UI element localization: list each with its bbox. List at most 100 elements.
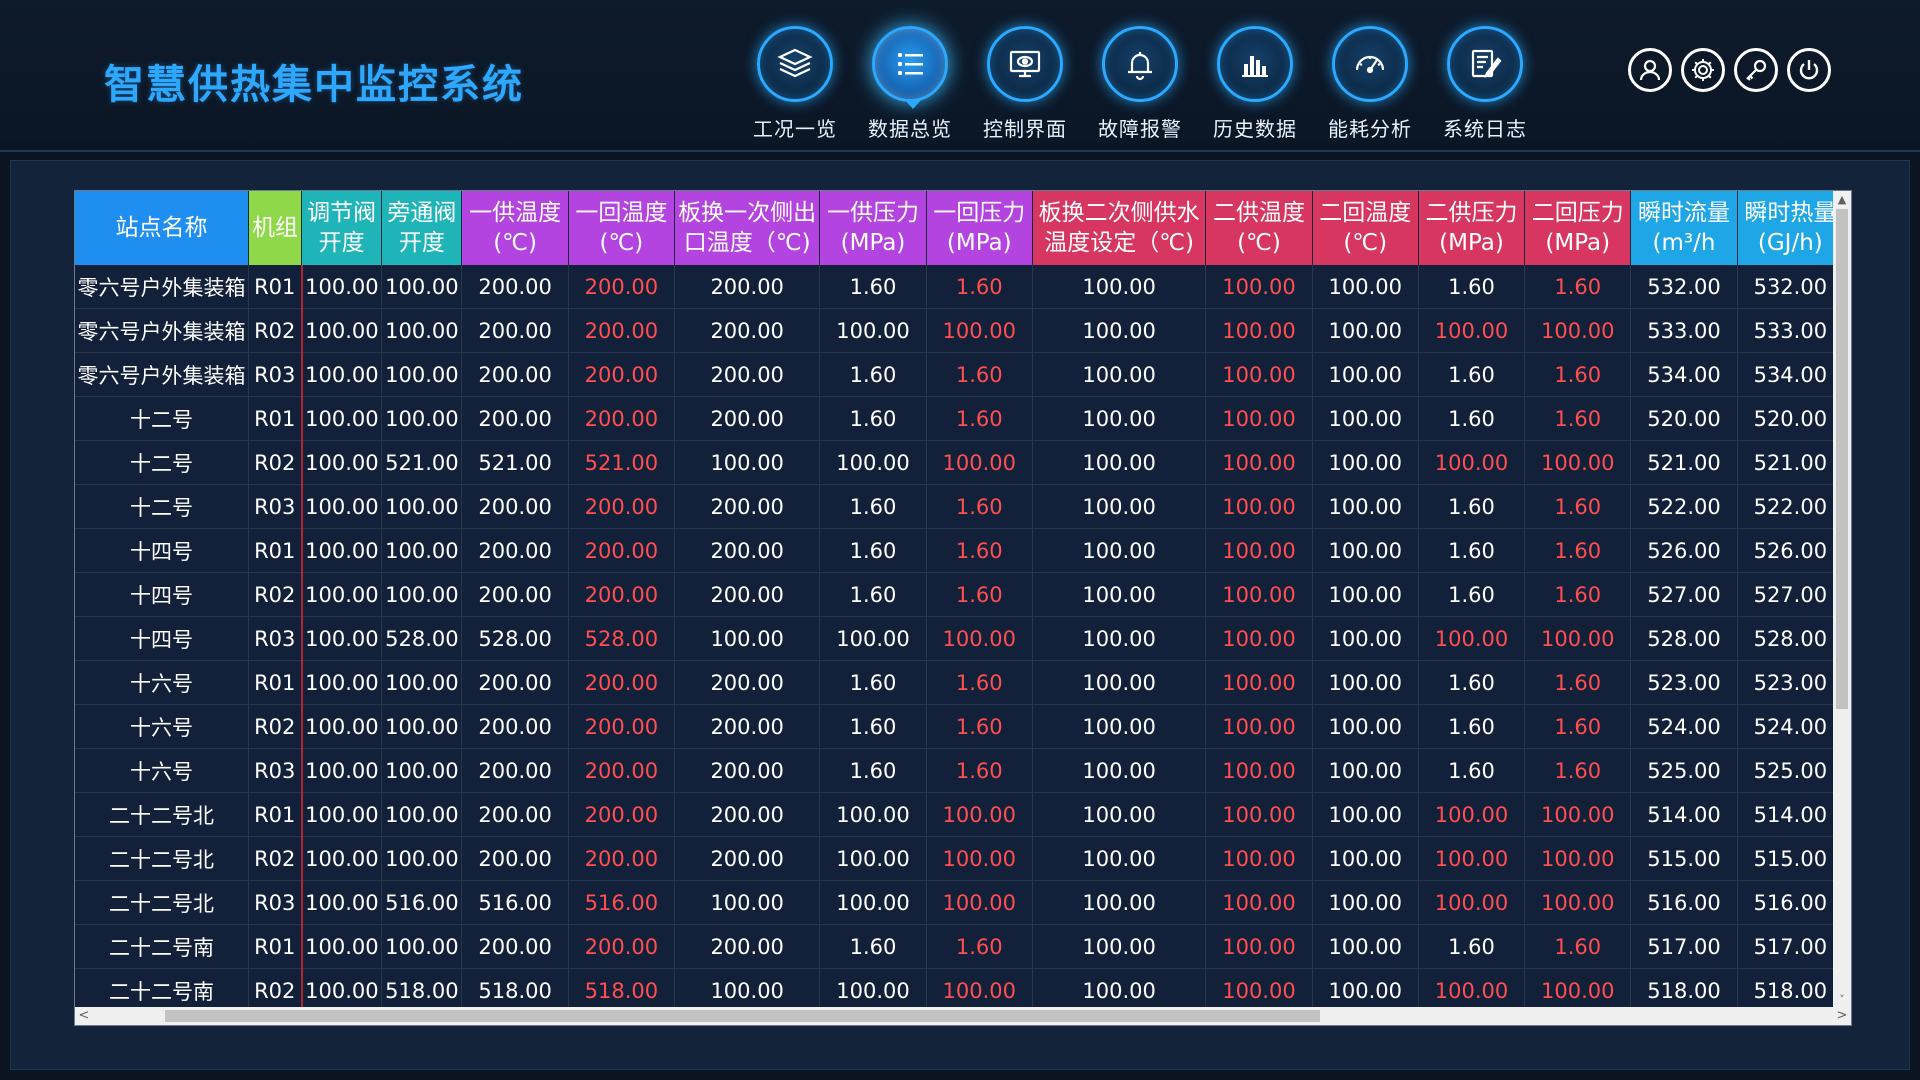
- value-cell: 200.00: [461, 528, 569, 573]
- value-cell: 100.00: [1312, 836, 1419, 881]
- column-header[interactable]: 瞬时热量 (GJ/h): [1737, 191, 1845, 265]
- table-row[interactable]: 二十二号北 R03 100.00 516.00 516.00 516.00 100.00 10…: [75, 880, 1845, 925]
- value-cell: 1.60: [1524, 704, 1632, 749]
- scroll-left-icon[interactable]: <: [75, 1007, 93, 1025]
- value-cell: 200.00: [461, 748, 569, 793]
- value-cell: 100.00: [301, 968, 383, 1013]
- nav-item-bell[interactable]: 故障报警: [1085, 20, 1195, 141]
- nav-item-log-edit[interactable]: 系统日志: [1430, 20, 1540, 141]
- value-cell: 100.00: [381, 352, 463, 397]
- vertical-scroll-thumb[interactable]: [1836, 209, 1848, 709]
- value-cell: 100.00: [301, 572, 383, 617]
- value-cell: 100.00: [1312, 704, 1419, 749]
- column-header[interactable]: 一供温度 (℃): [461, 191, 569, 265]
- value-cell: 100.00: [1205, 704, 1313, 749]
- value-cell: 100.00: [926, 440, 1033, 485]
- table-row[interactable]: 十六号 R02 100.00 100.00 200.00 200.00 200.00 1.60…: [75, 704, 1845, 749]
- value-cell: 200.00: [461, 924, 569, 969]
- value-cell: 100.00: [1312, 748, 1419, 793]
- value-cell: 100.00: [819, 792, 927, 837]
- power-icon[interactable]: [1787, 48, 1831, 92]
- value-cell: 100.00: [381, 924, 463, 969]
- value-cell: 100.00: [1312, 660, 1419, 705]
- value-cell: 100.00: [381, 396, 463, 441]
- value-cell: 100.00: [1312, 616, 1419, 661]
- column-header[interactable]: 二供压力 (MPa): [1418, 191, 1526, 265]
- value-cell: 100.00: [674, 968, 821, 1013]
- table-row[interactable]: 二十二号南 R02 100.00 518.00 518.00 518.00 100.00 10…: [75, 968, 1845, 1013]
- value-cell: 100.00: [1032, 836, 1207, 881]
- vertical-scrollbar[interactable]: ▲ ˅: [1833, 191, 1851, 1009]
- column-header[interactable]: 板换一次侧出 口温度（℃): [674, 191, 821, 265]
- value-cell: 1.60: [1418, 660, 1526, 705]
- user-icon[interactable]: [1628, 48, 1672, 92]
- value-cell: 100.00: [1032, 528, 1207, 573]
- nav-item-bar-chart[interactable]: 历史数据: [1200, 20, 1310, 141]
- value-cell: 200.00: [568, 352, 676, 397]
- unit-cell: R01: [248, 660, 303, 705]
- value-cell: 100.00: [1032, 924, 1207, 969]
- value-cell: 100.00: [1524, 880, 1632, 925]
- value-cell: 1.60: [926, 660, 1033, 705]
- table-row[interactable]: 零六号户外集装箱 R02 100.00 100.00 200.00 200.00 200.0…: [75, 308, 1845, 353]
- value-cell: 100.00: [1418, 308, 1526, 353]
- horizontal-scroll-thumb[interactable]: [165, 1010, 1320, 1022]
- column-header[interactable]: 瞬时流量 (m³/h: [1630, 191, 1738, 265]
- table-row[interactable]: 二十二号北 R02 100.00 100.00 200.00 200.00 200.00 10…: [75, 836, 1845, 881]
- table-row[interactable]: 二十二号南 R01 100.00 100.00 200.00 200.00 200.00 1.…: [75, 924, 1845, 969]
- gear-icon[interactable]: [1681, 48, 1725, 92]
- value-cell: 200.00: [674, 484, 821, 529]
- nav-item-monitor[interactable]: 控制界面: [970, 20, 1080, 141]
- value-cell: 1.60: [1524, 265, 1632, 309]
- table-row[interactable]: 二十二号北 R01 100.00 100.00 200.00 200.00 200.00 10…: [75, 792, 1845, 837]
- nav-item-label: 工况一览: [753, 117, 837, 141]
- column-header[interactable]: 一供压力 (MPa): [819, 191, 927, 265]
- value-cell: 100.00: [301, 352, 383, 397]
- value-cell: 533.00: [1737, 308, 1845, 353]
- column-header[interactable]: 调节阀 开度: [301, 191, 383, 265]
- value-cell: 100.00: [381, 308, 463, 353]
- table-row[interactable]: 十四号 R01 100.00 100.00 200.00 200.00 200.00 1.60…: [75, 528, 1845, 573]
- value-cell: 1.60: [926, 352, 1033, 397]
- column-header[interactable]: 二回压力 (MPa): [1524, 191, 1632, 265]
- unit-cell: R02: [248, 836, 303, 881]
- value-cell: 528.00: [568, 616, 676, 661]
- table-row[interactable]: 十四号 R02 100.00 100.00 200.00 200.00 200.00 1.60…: [75, 572, 1845, 617]
- nav-item-layers[interactable]: 工况一览: [740, 20, 850, 141]
- nav-item-list[interactable]: 数据总览: [855, 20, 965, 141]
- table-row[interactable]: 十四号 R03 100.00 528.00 528.00 528.00 100.00 100.…: [75, 616, 1845, 661]
- unit-cell: R01: [248, 924, 303, 969]
- table-row[interactable]: 零六号户外集装箱 R03 100.00 100.00 200.00 200.00 200.0…: [75, 352, 1845, 397]
- data-panel: 站点名称 机组 调节阀 开度 旁通阀 开度 一供温度 (℃) 一回温度 (℃) 板换一次侧出…: [10, 160, 1910, 1070]
- column-header[interactable]: 二供温度 (℃): [1205, 191, 1313, 265]
- value-cell: 1.60: [1418, 265, 1526, 309]
- key-icon[interactable]: [1734, 48, 1778, 92]
- column-header[interactable]: 二回温度 (℃): [1312, 191, 1419, 265]
- nav-item-label: 能耗分析: [1328, 117, 1412, 141]
- value-cell: 1.60: [1418, 528, 1526, 573]
- table-row[interactable]: 零六号户外集装箱 R01 100.00 100.00 200.00 200.00 200.0…: [75, 265, 1845, 309]
- table-row[interactable]: 十二号 R02 100.00 521.00 521.00 521.00 100.00 100.…: [75, 440, 1845, 485]
- column-header[interactable]: 站点名称: [75, 191, 249, 265]
- value-cell: 100.00: [1205, 265, 1313, 309]
- value-cell: 518.00: [381, 968, 463, 1013]
- column-header[interactable]: 一回温度 (℃): [568, 191, 676, 265]
- unit-cell: R03: [248, 616, 303, 661]
- column-header[interactable]: 旁通阀 开度: [381, 191, 463, 265]
- table-row[interactable]: 十二号 R01 100.00 100.00 200.00 200.00 200.00 1.60…: [75, 396, 1845, 441]
- value-cell: 1.60: [1524, 572, 1632, 617]
- station-name-cell: 二十二号北: [75, 836, 249, 881]
- table-row[interactable]: 十六号 R03 100.00 100.00 200.00 200.00 200.00 1.60…: [75, 748, 1845, 793]
- nav-item-gauge[interactable]: 能耗分析: [1315, 20, 1425, 141]
- value-cell: 100.00: [926, 880, 1033, 925]
- table-row[interactable]: 十二号 R03 100.00 100.00 200.00 200.00 200.00 1.60…: [75, 484, 1845, 529]
- column-header[interactable]: 板换二次侧供水 温度设定（℃): [1032, 191, 1207, 265]
- column-header[interactable]: 一回压力 (MPa): [926, 191, 1033, 265]
- value-cell: 100.00: [1205, 968, 1313, 1013]
- table-row[interactable]: 十六号 R01 100.00 100.00 200.00 200.00 200.00 1.60…: [75, 660, 1845, 705]
- value-cell: 100.00: [1312, 484, 1419, 529]
- column-header[interactable]: 机组: [248, 191, 303, 265]
- scroll-right-icon[interactable]: >: [1833, 1007, 1851, 1025]
- scroll-up-icon[interactable]: ▲: [1833, 191, 1851, 209]
- horizontal-scrollbar[interactable]: < >: [75, 1007, 1851, 1025]
